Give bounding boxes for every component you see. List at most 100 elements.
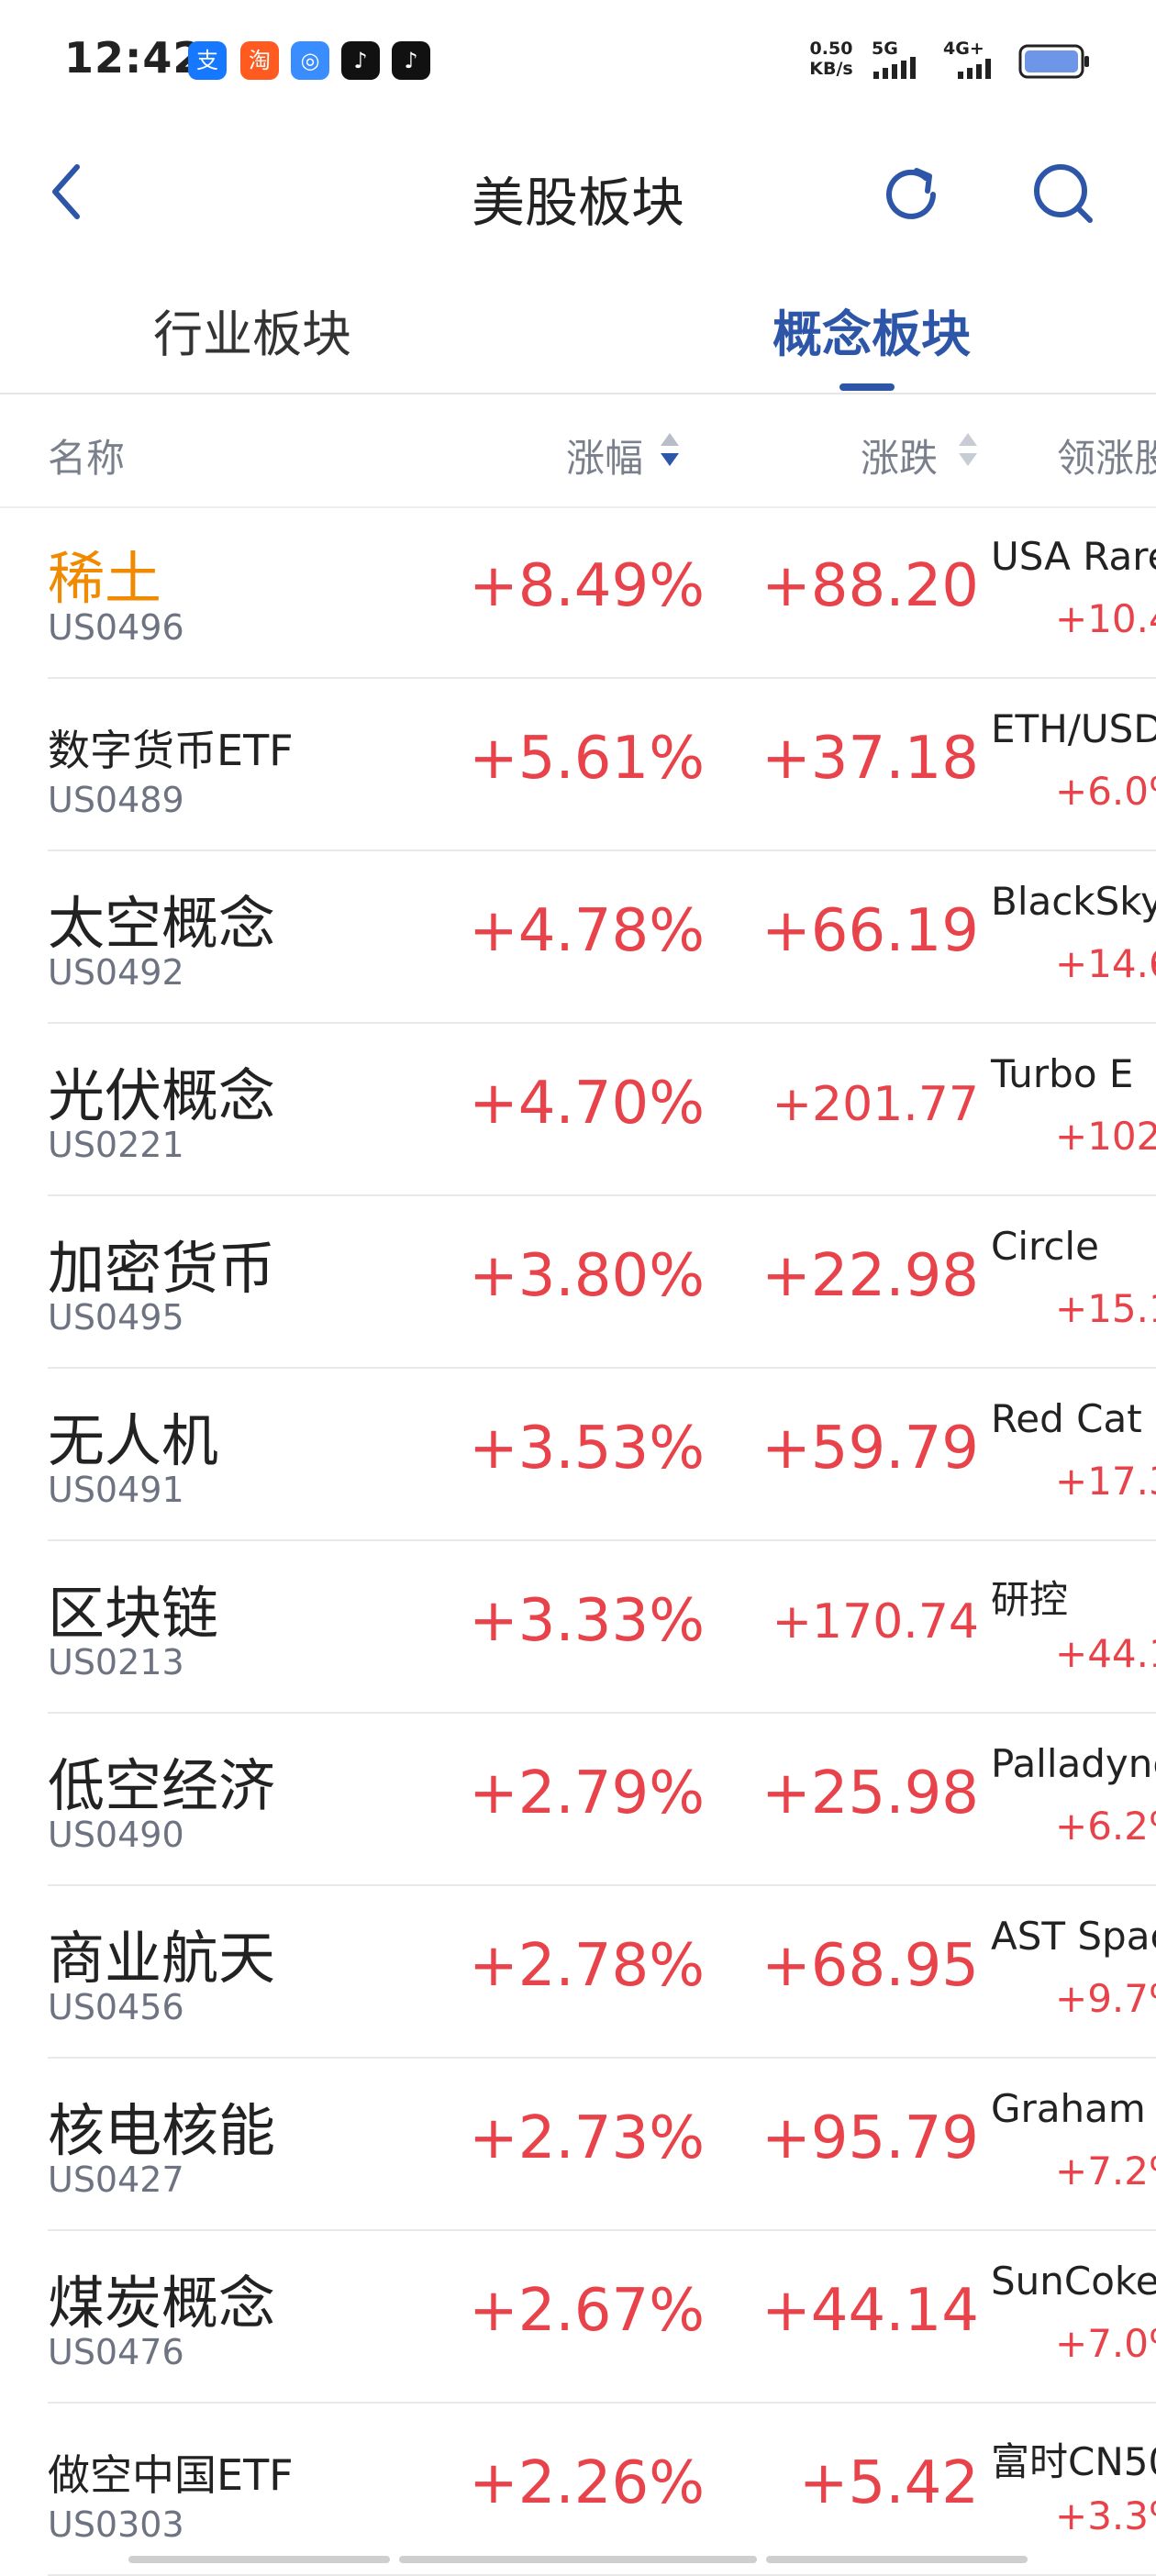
sector-name: 做空中国ETF	[48, 2450, 294, 2500]
sector-row[interactable]: 核电核能US0427 +2.73% +95.79 Graham +7.2%	[0, 2059, 1156, 2231]
sector-name: 核电核能	[48, 2097, 276, 2164]
leader-stock: Palladyne	[991, 1741, 1156, 1786]
sector-name: 光伏概念	[48, 1062, 276, 1129]
sector-row[interactable]: 加密货币US0495 +3.80% +22.98 Circle +15.1%	[0, 1196, 1156, 1369]
refresh-button[interactable]	[876, 158, 950, 231]
change-pct: +4.78%	[469, 897, 705, 965]
leader-stock: Red Cat H	[991, 1396, 1156, 1441]
sector-code: US0303	[48, 2504, 184, 2545]
change-pct: +5.61%	[469, 725, 705, 793]
sector-row[interactable]: 区块链US0213 +3.33% +170.74 研控 +44.1%	[0, 1541, 1156, 1714]
header-change[interactable]: 涨跌	[861, 427, 938, 483]
sector-row[interactable]: 数字货币ETF US0489 +5.61% +37.18 ETH/USD +6.0%	[0, 679, 1156, 851]
sector-row[interactable]: 煤炭概念US0476 +2.67% +44.14 SunCoke +7.0%	[0, 2231, 1156, 2404]
leader-change-pct: +6.0%	[1055, 769, 1156, 814]
tab-bar: 行业板块 概念板块	[0, 275, 1156, 394]
sector-code: US0495	[48, 1297, 184, 1338]
browser-icon: ◎	[291, 41, 329, 80]
change-pct: +2.67%	[469, 2277, 705, 2345]
refresh-icon	[886, 168, 936, 219]
sector-list: 稀土US0496 +8.49% +88.20 USA Rare Earth +10.4%…	[0, 506, 1156, 2576]
row-clip: 低空经济US0490 +2.79% +25.98 Palladyne +6.2%	[0, 1714, 1156, 1886]
sector-code: US0476	[48, 2332, 184, 2372]
row-clip: 做空中国ETFUS0303 +2.26% +5.42 富时CN50 +3.3%	[0, 2404, 1156, 2576]
change-pct: +2.26%	[469, 2449, 705, 2517]
status-bar: 12:42 支淘 ◎ ♪ ♪ 0.50 KB/s 5G 4G+	[0, 0, 1156, 119]
sector-name: 无人机	[48, 1407, 219, 1474]
signal-icon	[873, 57, 916, 79]
nav-bar: 美股板块	[0, 138, 1156, 248]
sector-code: US0490	[48, 1815, 184, 1855]
change-value: +66.19	[761, 897, 979, 965]
change-pct: +2.73%	[469, 2104, 705, 2172]
leader-change-pct: +14.6%	[1055, 941, 1156, 986]
sector-code: US0496	[48, 607, 184, 648]
change-value: +37.18	[761, 725, 979, 793]
sector-name: 加密货币	[48, 1235, 276, 1302]
change-pct: +3.33%	[469, 1587, 705, 1655]
leader-stock: AST Space	[991, 1914, 1156, 1959]
leader-stock: USA Rare Earth	[991, 534, 1156, 579]
sector-row[interactable]: 光伏概念US0221 +4.70% +201.77 Turbo E +102.5%	[0, 1024, 1156, 1196]
leader-change-pct: +15.1%	[1055, 1286, 1156, 1331]
change-value: +88.20	[761, 552, 979, 620]
sector-row[interactable]: 做空中国ETFUS0303 +2.26% +5.42 富时CN50 +3.3%	[0, 2404, 1156, 2576]
change-value: +201.77	[772, 1077, 979, 1132]
change-pct: +2.79%	[469, 1760, 705, 1827]
leader-change-pct: +102.5%	[1055, 1114, 1156, 1159]
change-pct: +3.53%	[469, 1415, 705, 1482]
leader-stock: ETH/USD	[991, 706, 1156, 751]
sector-code: US0491	[48, 1470, 184, 1510]
douyin-lite-icon: ♪	[392, 41, 430, 80]
leader-stock: Circle	[991, 1224, 1099, 1269]
header-change-pct[interactable]: 涨幅	[566, 427, 643, 483]
leader-change-pct: +7.0%	[1055, 2321, 1156, 2366]
change-value: +22.98	[761, 1242, 979, 1310]
sector-row[interactable]: 低空经济US0490 +2.79% +25.98 Palladyne +6.2%	[0, 1714, 1156, 1886]
leader-change-pct: +7.2%	[1055, 2149, 1156, 2193]
leader-change-pct: +9.7%	[1055, 1976, 1156, 2021]
sector-code: US0492	[48, 952, 184, 993]
row-clip: 商业航天US0456 +2.78% +68.95 AST Space +9.7%	[0, 1886, 1156, 2059]
taobao-icon: 淘	[240, 41, 279, 80]
douyin-icon: ♪	[341, 41, 380, 80]
change-pct: +8.49%	[469, 552, 705, 620]
row-clip: 煤炭概念US0476 +2.67% +44.14 SunCoke +7.0%	[0, 2231, 1156, 2404]
net-speed-unit: KB/s	[809, 59, 853, 79]
change-value: +59.79	[761, 1415, 979, 1482]
header-leader: 领涨股	[1057, 436, 1156, 481]
sector-row[interactable]: 无人机US0491 +3.53% +59.79 Red Cat H +17.3%	[0, 1369, 1156, 1541]
sector-name: 数字货币ETF	[48, 726, 294, 775]
sector-code: US0489	[48, 780, 184, 820]
row-clip: 区块链US0213 +3.33% +170.74 研控 +44.1%	[0, 1541, 1156, 1714]
sort-icon[interactable]	[957, 429, 979, 470]
leader-stock: SunCoke	[991, 2259, 1156, 2304]
tab-concept-sectors[interactable]: 概念板块	[725, 294, 1018, 366]
sector-name: 稀土	[48, 545, 162, 612]
sector-row[interactable]: 太空概念US0492 +4.78% +66.19 BlackSky +14.6%	[0, 851, 1156, 1024]
sector-code: US0221	[48, 1125, 184, 1165]
change-pct: +2.78%	[469, 1932, 705, 2000]
leader-change-pct: +6.2%	[1055, 1804, 1156, 1849]
search-button[interactable]	[1028, 158, 1101, 231]
leader-stock: Turbo E	[991, 1051, 1134, 1096]
header-name: 名称	[48, 436, 126, 481]
row-clip: 稀土US0496 +8.49% +88.20 USA Rare Earth +10.4%	[0, 506, 1156, 679]
sector-row[interactable]: 稀土US0496 +8.49% +88.20 USA Rare Earth +10.4%	[0, 506, 1156, 679]
leader-change-pct: +44.1%	[1055, 1631, 1156, 1676]
leader-change-pct: +17.3%	[1055, 1459, 1156, 1504]
status-time: 12:42	[64, 33, 204, 83]
tab-industry-sectors[interactable]: 行业板块	[106, 294, 399, 366]
search-icon	[1034, 164, 1093, 223]
active-tab-indicator	[839, 383, 895, 391]
sector-name: 区块链	[48, 1580, 219, 1647]
sort-desc-icon[interactable]	[659, 429, 681, 470]
sector-name: 太空概念	[48, 890, 276, 957]
net-speed: 0.50 KB/s	[804, 39, 859, 79]
sector-code: US0456	[48, 1987, 184, 2027]
change-pct: +3.80%	[469, 1242, 705, 1310]
sector-name: 煤炭概念	[48, 2270, 276, 2337]
sector-row[interactable]: 商业航天US0456 +2.78% +68.95 AST Space +9.7%	[0, 1886, 1156, 2059]
leader-change-pct: +10.4%	[1055, 596, 1156, 641]
change-value: +68.95	[761, 1932, 979, 2000]
